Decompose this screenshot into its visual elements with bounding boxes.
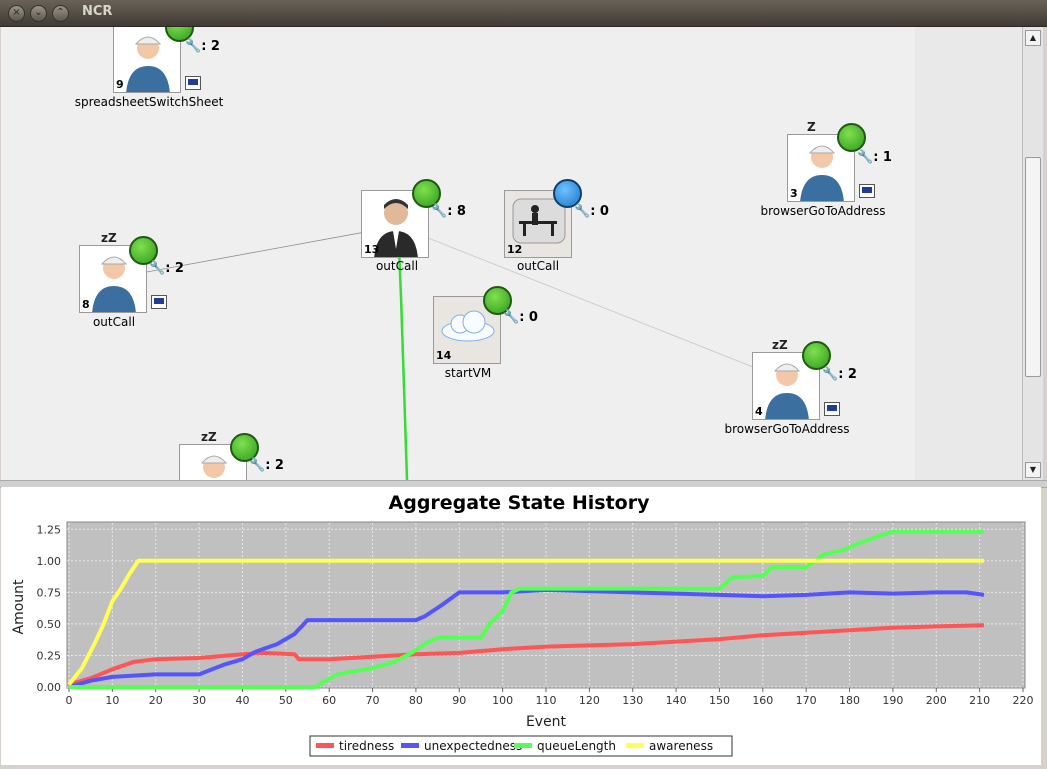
y-tick-label: 0.75 [37,586,62,599]
wrench-icon: 🔧: 2 [822,367,857,382]
x-tick-label: 10 [105,694,119,707]
wrench-icon: 🔧: 8 [431,204,466,219]
legend-label-unexpectedness: unexpectedness [424,739,522,753]
x-tick-label: 0 [66,694,73,707]
close-icon[interactable]: × [8,5,25,22]
wrench-count: : 0 [590,204,609,219]
x-tick-label: 180 [839,694,860,707]
x-tick-label: 150 [709,694,730,707]
node-id: 8 [82,298,90,311]
x-tick-label: 160 [752,694,773,707]
node-id: 3 [790,187,798,200]
x-tick-label: 140 [666,694,687,707]
wrench-count: : 2 [265,458,284,473]
scroll-up-icon[interactable]: ▲ [1025,30,1041,46]
x-tick-label: 120 [579,694,600,707]
x-tick-label: 40 [235,694,249,707]
y-tick-label: 0.25 [37,649,62,662]
node-id: 13 [364,243,380,256]
wrench-count: : 0 [519,310,538,325]
sleep-indicator: Z [807,120,816,134]
wrench-icon: 🔧: 1 [857,150,892,165]
laptop-icon [151,295,167,309]
legend-swatch-awareness [626,743,644,748]
happy-face-icon [802,341,831,370]
x-tick-label: 210 [969,694,990,707]
y-axis-label: Amount [11,579,27,635]
node-label: spreadsheetSwitchSheet [74,95,224,109]
node-label: browserGoToAddress [724,422,850,436]
wrench-count: : 2 [201,39,220,54]
x-tick-label: 220 [1013,694,1034,707]
network-canvas[interactable]: 9 🔧: 2 spreadsheetSwitchSheet Z 3 🔧: 1 b… [1,27,915,480]
wrench-count: : 2 [165,261,184,276]
node-label: startVM [444,366,492,380]
wrench-icon: 🔧: 2 [185,39,220,54]
x-tick-label: 60 [322,694,336,707]
x-tick-label: 50 [279,694,293,707]
wrench-icon: 🔧: 2 [249,458,284,473]
x-tick-label: 80 [409,694,423,707]
wrench-icon: 🔧: 0 [574,204,609,219]
node-id: 12 [507,243,523,256]
maximize-icon[interactable]: ⌃ [52,5,69,22]
sleep-indicator: zZ [772,338,788,352]
happy-face-icon [837,123,866,152]
x-tick-label: 100 [492,694,513,707]
x-tick-label: 30 [192,694,206,707]
minimize-icon[interactable]: ⌄ [30,5,47,22]
y-tick-label: 1.25 [37,523,62,536]
legend-swatch-unexpectedness [401,743,419,748]
legend-label-tiredness: tiredness [339,739,394,753]
sleep-indicator: zZ [201,430,217,444]
canvas-margin [915,27,1022,480]
wrench-icon: 🔧: 2 [149,261,184,276]
laptop-icon [824,402,840,416]
wrench-icon: 🔧: 0 [503,310,538,325]
wrench-count: : 1 [873,150,892,165]
wrench-count: : 8 [447,204,466,219]
node-label: outCall [516,259,560,273]
legend-label-queueLength: queueLength [537,739,616,753]
x-tick-label: 130 [622,694,643,707]
wrench-count: : 2 [838,367,857,382]
node-label: browserGoToAddress [760,204,886,218]
legend-label-awareness: awareness [649,739,713,753]
y-tick-label: 0.00 [37,681,62,694]
y-tick-label: 1.00 [37,555,62,568]
legend-swatch-tiredness [316,743,334,748]
laptop-icon [859,184,875,198]
x-tick-label: 20 [149,694,163,707]
x-tick-label: 190 [882,694,903,707]
x-tick-label: 70 [366,694,380,707]
legend-swatch-queueLength [514,743,532,748]
laptop-icon [185,76,201,90]
scroll-down-icon[interactable]: ▼ [1025,462,1041,478]
x-axis-label: Event [526,714,567,730]
window-titlebar: × ⌄ ⌃ NCR [0,0,1047,27]
node-id: 9 [116,78,124,91]
vertical-scrollbar[interactable]: ▲ ▼ [1022,27,1043,480]
node-id: 14 [436,349,452,362]
node-label: outCall [92,315,136,329]
chart-title: Aggregate State History [389,492,651,514]
window-title: NCR [82,4,113,19]
node-id: 4 [755,405,763,418]
y-tick-label: 0.50 [37,618,62,631]
scroll-thumb[interactable] [1025,157,1041,377]
chart-legend: tiredness unexpectedness queueLength awaren… [309,735,733,757]
state-history-chart: Aggregate State History 0.00 0.25 0.50 0.75… [11,492,1034,757]
chart-panel: Aggregate State History 0.00 0.25 0.50 0.75… [1,487,1041,765]
x-tick-label: 90 [452,694,466,707]
x-tick-label: 170 [796,694,817,707]
sleep-indicator: zZ [101,231,117,245]
x-tick-label: 200 [926,694,947,707]
x-tick-label: 110 [536,694,557,707]
